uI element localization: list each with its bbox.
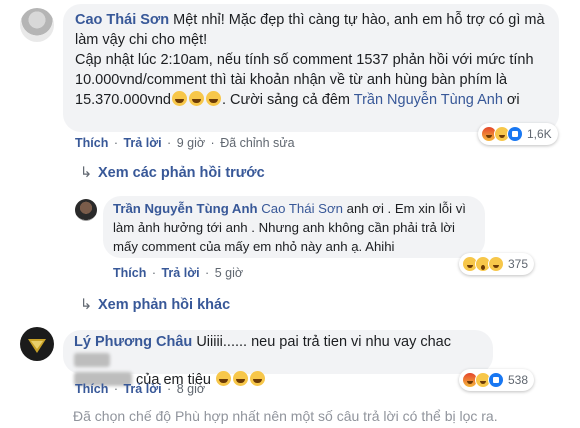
comment-time[interactable]: 5 giờ (215, 266, 243, 280)
reaction-count: 1,6K (527, 127, 552, 141)
like-action[interactable]: Thích (75, 382, 108, 396)
comment-author[interactable]: Cao Thái Sơn (75, 12, 169, 28)
comment-bubble-1: Cao Thái Sơn Mệt nhỉ! Mặc đẹp thì càng t… (63, 4, 559, 132)
cry-reaction-icon (488, 256, 504, 272)
reply-arrow-icon: ↳ (80, 297, 93, 313)
reply-action[interactable]: Trả lời (123, 382, 161, 396)
like-action[interactable]: Thích (113, 266, 146, 280)
like-reaction-icon (507, 126, 523, 142)
reply-actions: Thích · Trả lời · 5 giờ (113, 266, 244, 280)
comment-1-line-2: Cập nhật lúc 2:10am, nếu tính số comment… (75, 50, 547, 110)
like-action[interactable]: Thích (75, 136, 108, 150)
reaction-count: 538 (508, 373, 529, 387)
laughing-emoji-icon (171, 91, 187, 106)
avatar-cao-thai-son[interactable] (20, 8, 54, 42)
like-reaction-icon (488, 372, 504, 388)
comment-3-actions: Thích · Trả lời · 8 giờ (75, 382, 206, 396)
blurred-text (74, 353, 110, 367)
comment-3-line-1: Lý Phương Châu Uiiiii...... neu pai trả … (74, 333, 482, 371)
reply-author[interactable]: Trần Nguyễn Tùng Anh (113, 201, 258, 216)
laughing-emoji-icon (250, 371, 266, 386)
comment-text: Uiiiii...... neu pai trả tien vi nhu vay… (196, 334, 451, 350)
comment-time[interactable]: 9 giờ (177, 136, 205, 150)
mention-link[interactable]: Trần Nguyễn Tùng Anh (354, 92, 503, 108)
filter-note: Đã chọn chế độ Phù hợp nhất nên một số c… (73, 408, 498, 424)
comment-1-actions: Thích · Trả lời · 9 giờ · Đã chỉnh sửa (75, 136, 295, 150)
laughing-emoji-icon (188, 91, 204, 106)
mention-link[interactable]: Cao Thái Sơn (261, 201, 343, 216)
avatar-tran-nguyen-tung-anh[interactable] (75, 199, 97, 221)
comment-author[interactable]: Lý Phương Châu (74, 334, 192, 350)
view-more-replies-link[interactable]: ↳ Xem phản hồi khác (80, 297, 230, 313)
reaction-summary-1[interactable]: 1,6K (478, 123, 558, 145)
reply-action[interactable]: Trả lời (161, 266, 199, 280)
comment-time[interactable]: 8 giờ (177, 382, 205, 396)
laughing-emoji-icon (205, 91, 221, 106)
reaction-count: 375 (508, 257, 529, 271)
view-previous-replies-link[interactable]: ↳ Xem các phản hồi trước (80, 165, 265, 181)
avatar-ly-phuong-chau[interactable] (20, 327, 54, 361)
comment-1-line-1: Cao Thái Sơn Mệt nhỉ! Mặc đẹp thì càng t… (75, 10, 547, 50)
laughing-emoji-icon (216, 371, 232, 386)
reply-arrow-icon: ↳ (80, 165, 93, 181)
logo-icon (28, 339, 46, 353)
edited-label[interactable]: Đã chỉnh sửa (220, 136, 294, 150)
reaction-summary-2[interactable]: 375 (459, 253, 535, 275)
reaction-summary-3[interactable]: 538 (459, 369, 535, 391)
comment-text: ơi (506, 92, 520, 108)
view-previous-replies-label: Xem các phản hồi trước (98, 165, 265, 181)
view-more-replies-label: Xem phản hồi khác (98, 297, 231, 313)
reply-action[interactable]: Trả lời (123, 136, 161, 150)
laughing-emoji-icon (233, 371, 249, 386)
comment-bubble-3: Lý Phương Châu Uiiiii...... neu pai trả … (63, 330, 493, 388)
reply-bubble: Trần Nguyễn Tùng Anh Cao Thái Sơn anh ơi… (103, 196, 485, 258)
comment-text: . Cười sảng cả đêm (221, 92, 350, 108)
